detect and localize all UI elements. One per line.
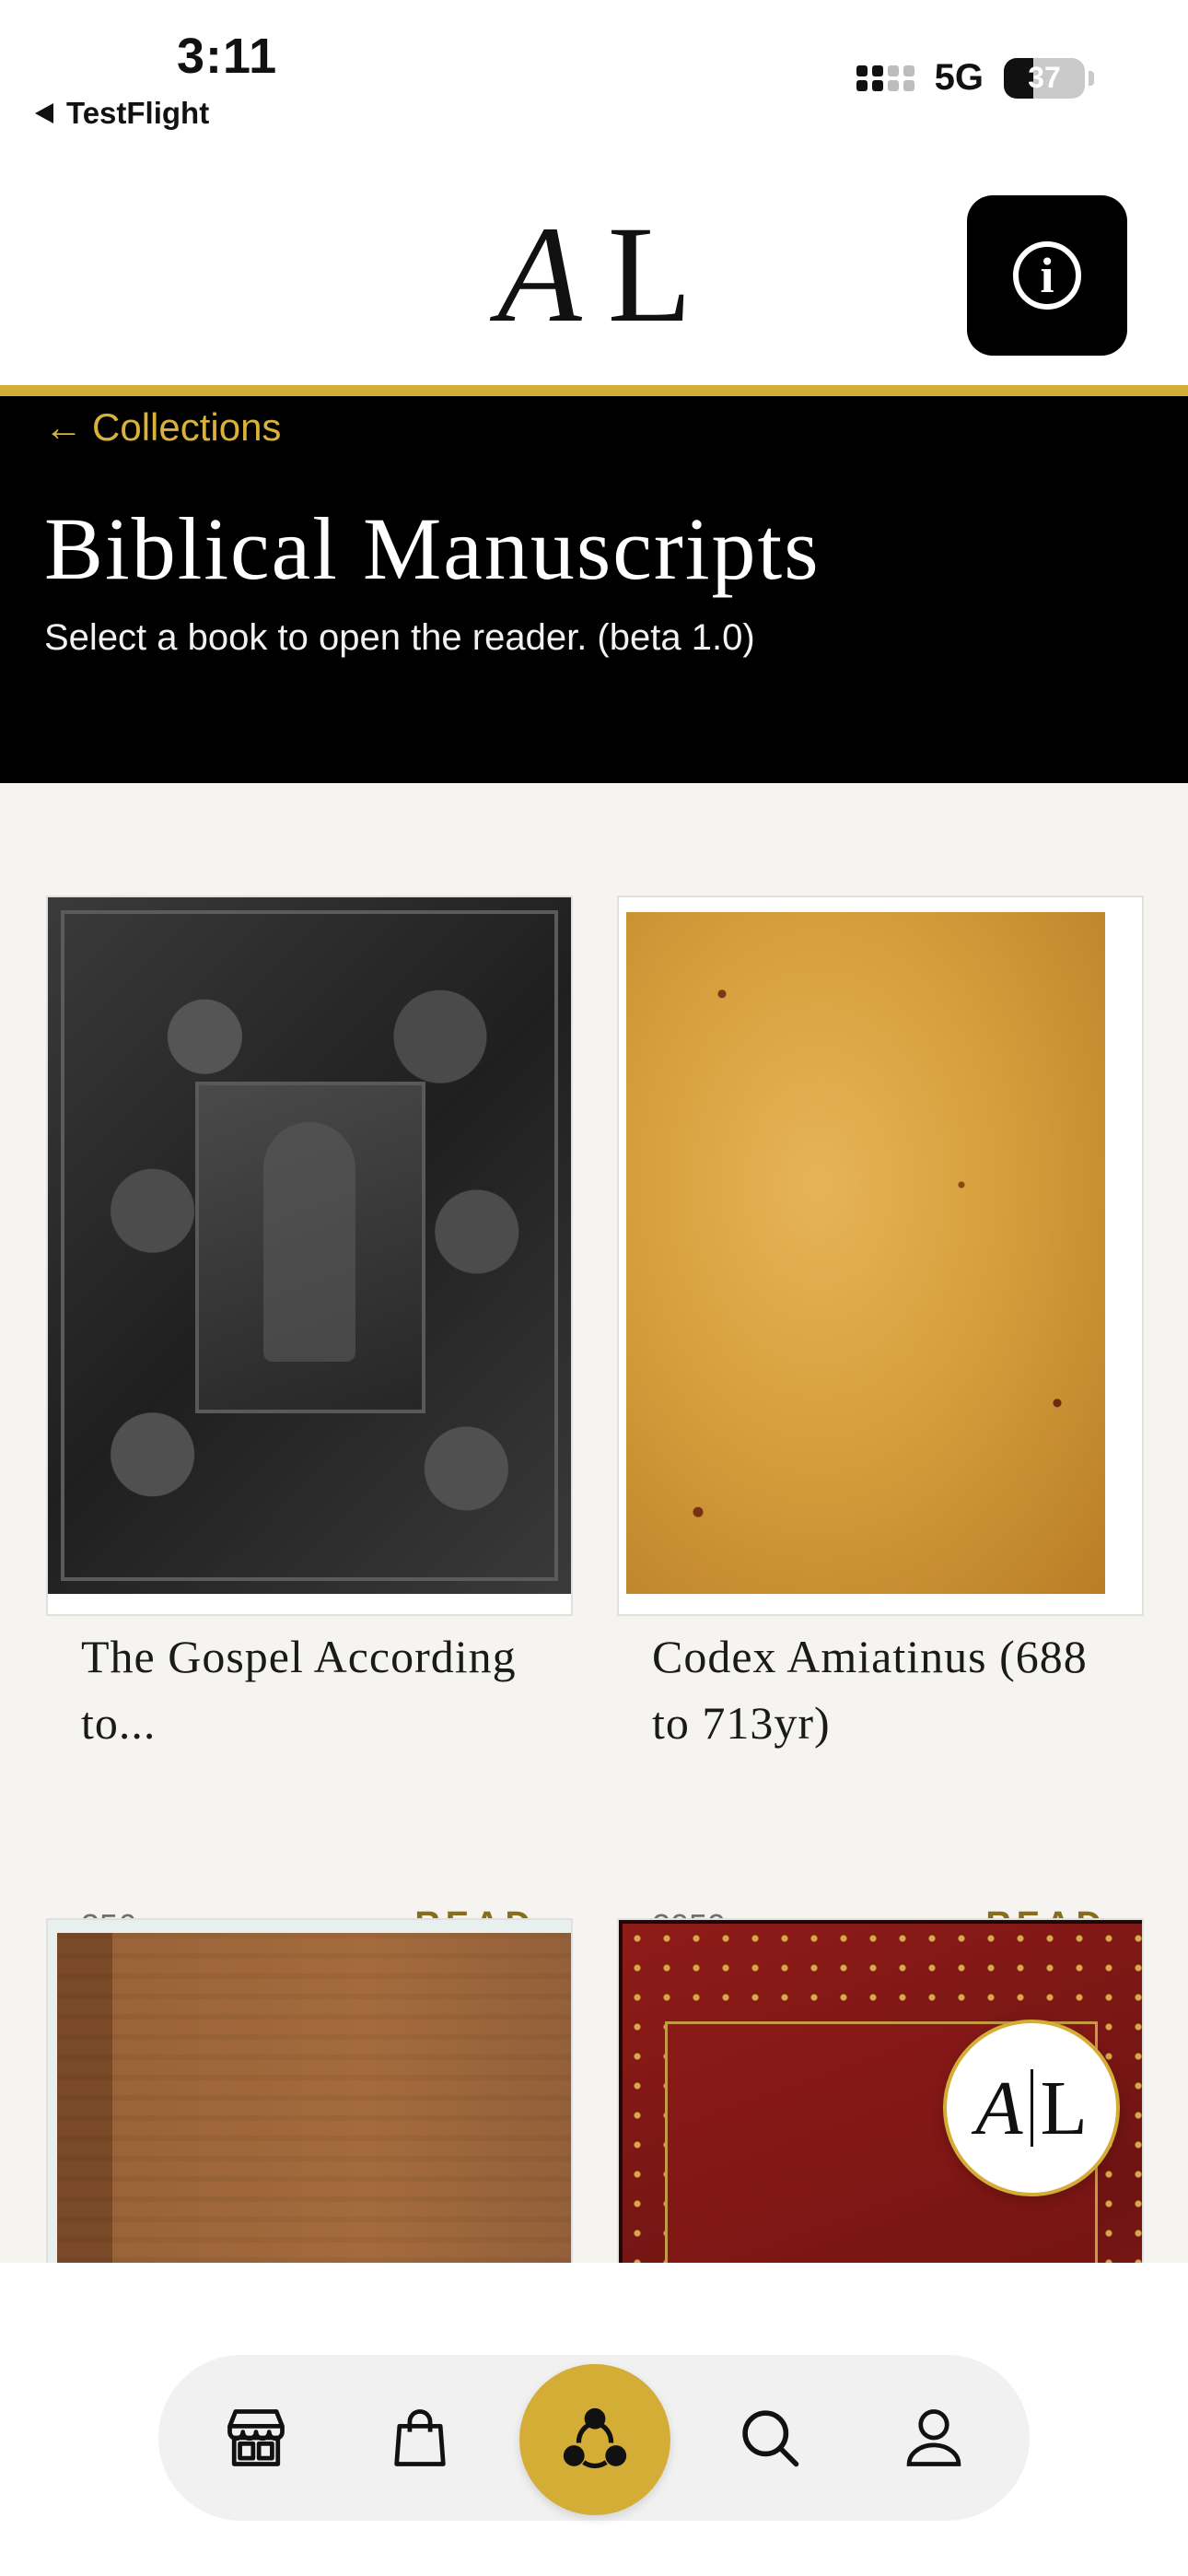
tab-bar — [158, 2355, 1030, 2521]
book-card[interactable]: The Gospel According to... 356 pages REA… — [46, 896, 573, 1945]
back-arrow-icon: ← — [44, 405, 83, 449]
search-icon — [742, 2410, 799, 2467]
book-cover-image — [48, 1920, 571, 2263]
app-logo[interactable]: AL — [497, 201, 692, 348]
collection-header: ← Collections Biblical Manuscripts Selec… — [0, 396, 1188, 783]
book-cover-image — [619, 897, 1142, 1594]
page-title: Biblical Manuscripts — [44, 499, 821, 598]
shopping-bag-icon — [394, 2409, 446, 2466]
book-cover-image — [48, 897, 571, 1594]
status-indicators: 5G 37 — [856, 57, 1094, 99]
book-card[interactable] — [46, 1918, 573, 2263]
tab-search[interactable] — [722, 2390, 818, 2486]
bottom-navigation-area — [0, 2263, 1188, 2576]
tab-community[interactable] — [519, 2364, 670, 2515]
back-to-collections-link[interactable]: ← Collections — [44, 405, 281, 450]
community-icon — [563, 2407, 627, 2468]
accent-divider — [0, 385, 1188, 396]
battery-icon: 37 — [1004, 57, 1094, 99]
book-title: The Gospel According to... — [81, 1631, 517, 1749]
info-icon: i — [1013, 241, 1081, 310]
back-triangle-icon — [35, 103, 53, 123]
floating-logo-button[interactable]: AL — [943, 2020, 1120, 2196]
book-card[interactable]: Codex Amiatinus (688 to 713yr) 2059 page… — [617, 896, 1144, 1945]
back-app-label: TestFlight — [66, 96, 210, 130]
tab-shop[interactable] — [372, 2390, 468, 2486]
battery-level: 37 — [1028, 61, 1061, 94]
status-time: 3:11 — [177, 29, 278, 84]
store-icon — [227, 2409, 285, 2466]
cellular-signal-icon — [856, 64, 914, 91]
page-subtitle: Select a book to open the reader. (beta … — [44, 617, 755, 658]
tab-profile[interactable] — [886, 2390, 982, 2486]
tab-store[interactable] — [208, 2390, 304, 2486]
back-to-app-link[interactable]: TestFlight — [35, 96, 209, 131]
network-type: 5G — [934, 57, 984, 98]
back-link-label: Collections — [92, 405, 282, 449]
book-title: Codex Amiatinus (688 to 713yr) — [652, 1631, 1088, 1749]
profile-icon — [906, 2409, 961, 2466]
info-button[interactable]: i — [967, 195, 1127, 356]
